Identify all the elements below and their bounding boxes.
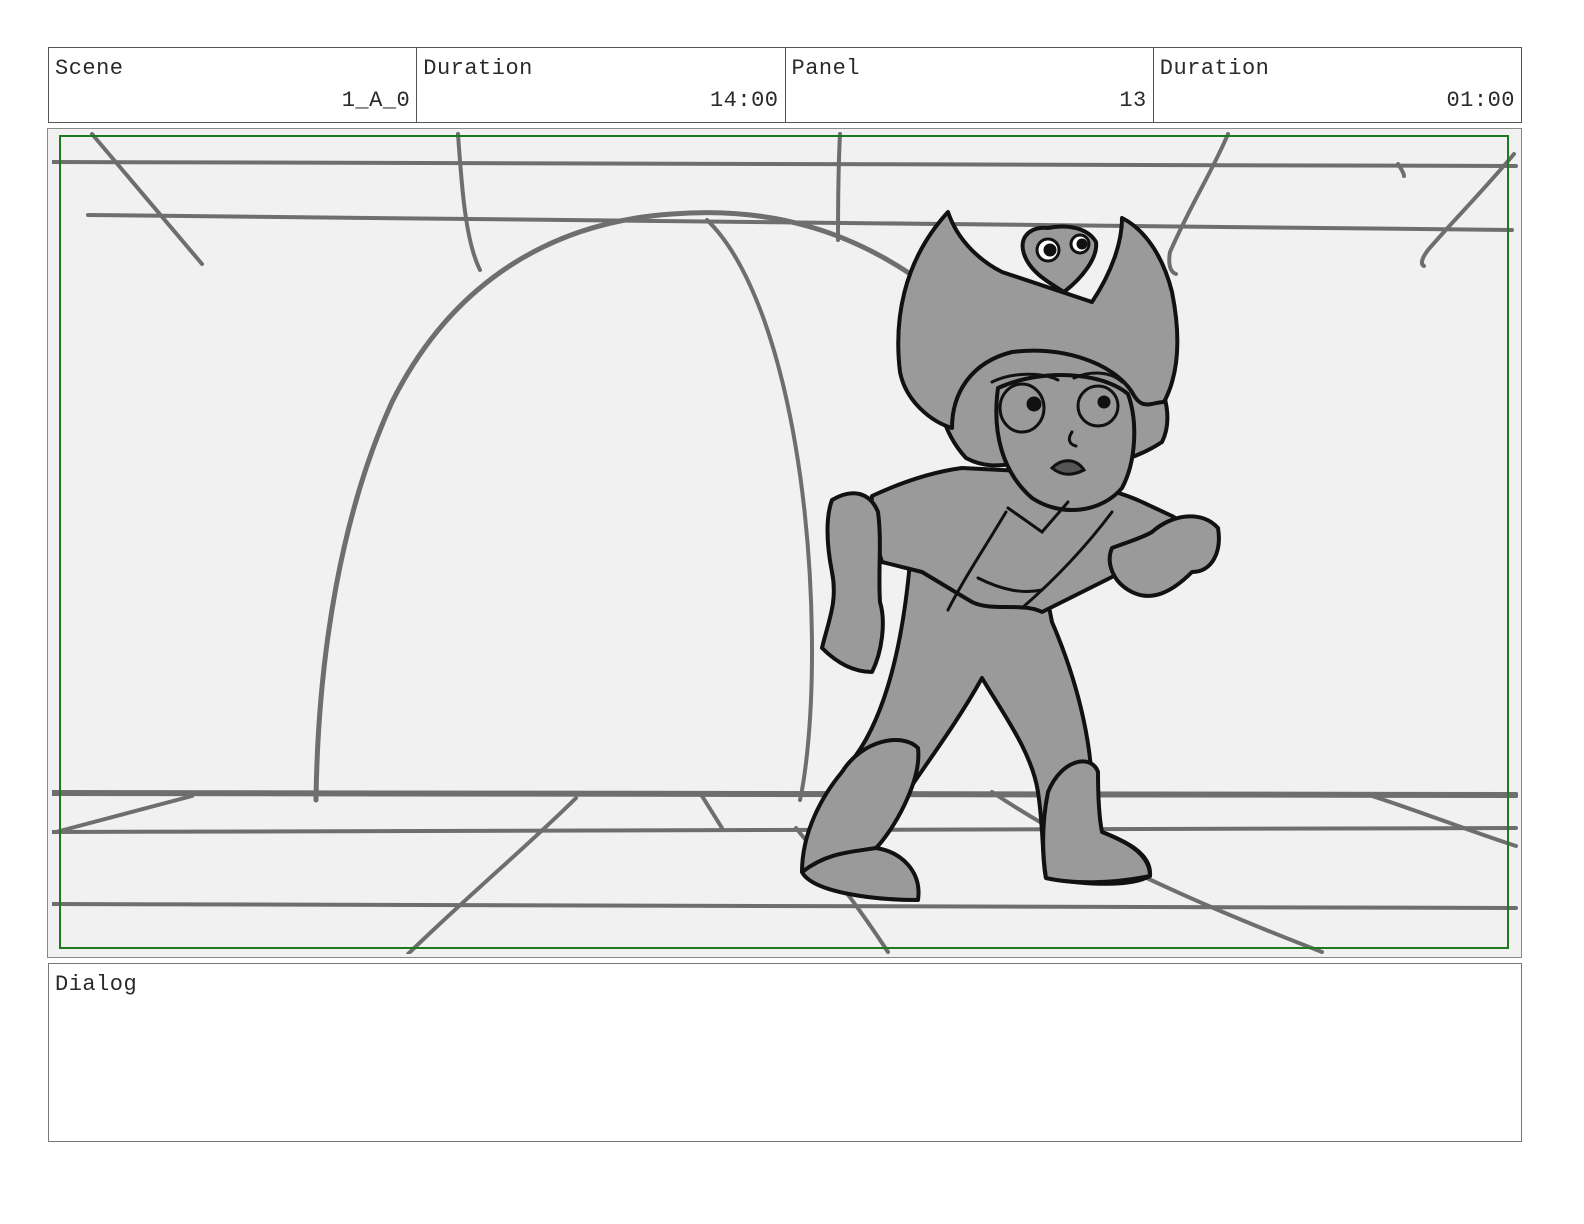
background-sketch <box>52 132 1518 954</box>
scene-duration-cell: Duration 14:00 <box>417 48 786 122</box>
panel-duration-cell: Duration 01:00 <box>1154 48 1521 122</box>
panel-duration-value: 01:00 <box>1446 88 1515 113</box>
panel-info-header: Scene 1_A_0 Duration 14:00 Panel 13 Dura… <box>48 47 1522 123</box>
panel-value: 13 <box>1119 88 1147 113</box>
dialog-box: Dialog <box>48 963 1522 1142</box>
safe-frame <box>59 135 1509 949</box>
panel-cell: Panel 13 <box>786 48 1154 122</box>
panel-duration-label: Duration <box>1159 56 1270 81</box>
storyboard-panel-drawing <box>52 132 1518 954</box>
scene-duration-label: Duration <box>423 56 533 81</box>
dialog-label: Dialog <box>55 972 138 997</box>
scene-duration-value: 14:00 <box>709 88 779 113</box>
scene-value: 1_A_0 <box>341 88 411 113</box>
scene-label: Scene <box>55 56 124 81</box>
scene-cell: Scene 1_A_0 <box>49 48 418 122</box>
panel-label: Panel <box>791 56 861 81</box>
